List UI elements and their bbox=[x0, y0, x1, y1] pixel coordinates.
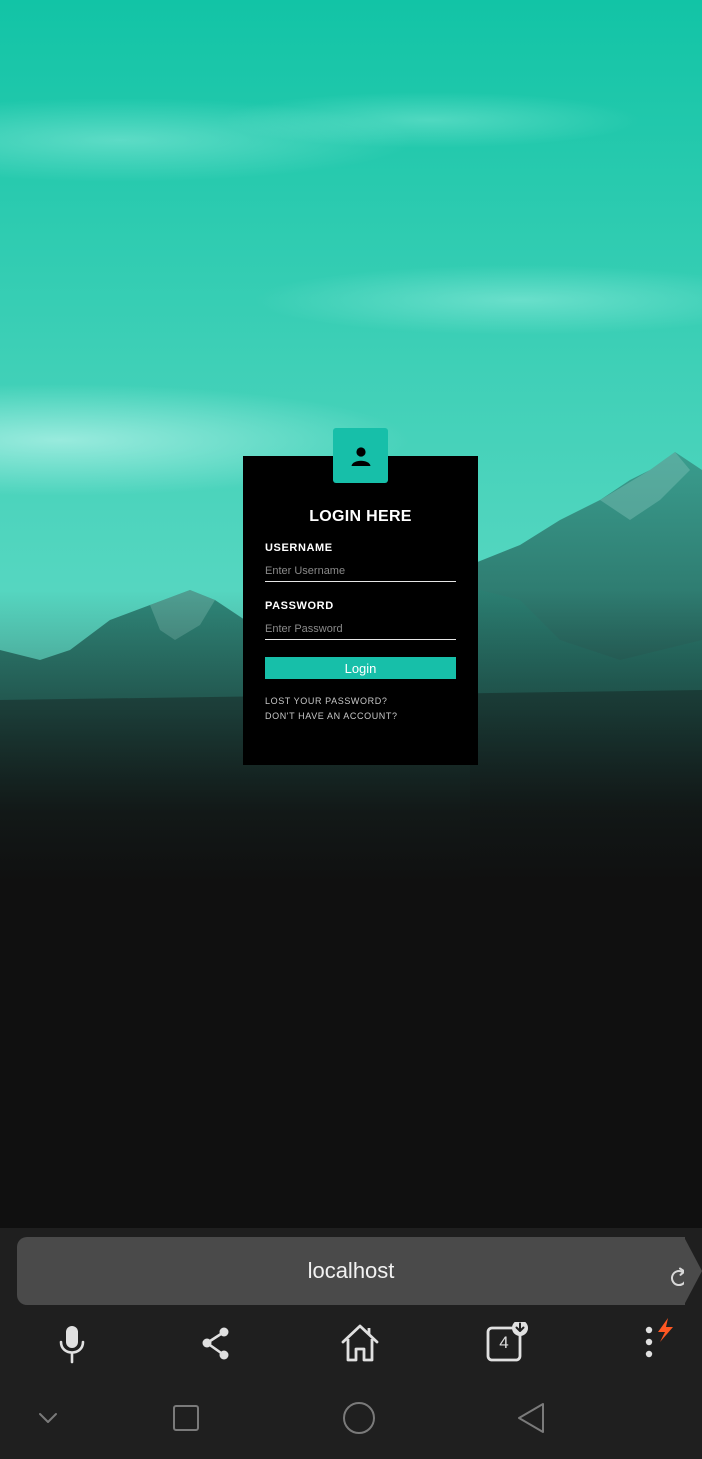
user-avatar bbox=[333, 428, 388, 483]
lost-password-link[interactable]: LOST YOUR PASSWORD? bbox=[265, 696, 387, 706]
user-icon bbox=[351, 446, 370, 466]
chevron-down-icon[interactable] bbox=[37, 1408, 59, 1428]
recents-icon[interactable] bbox=[172, 1404, 200, 1432]
share-icon[interactable] bbox=[198, 1322, 234, 1364]
tab-count: 4 bbox=[499, 1333, 509, 1352]
username-input[interactable] bbox=[265, 560, 456, 582]
address-bar-tip bbox=[684, 1237, 702, 1305]
microphone-icon[interactable] bbox=[55, 1322, 89, 1364]
username-label: USERNAME bbox=[265, 542, 333, 554]
login-button[interactable]: Login bbox=[265, 657, 456, 679]
password-label: PASSWORD bbox=[265, 600, 334, 612]
address-bar[interactable]: localhost bbox=[17, 1237, 688, 1305]
browser-bottom-bar: localhost bbox=[0, 1228, 702, 1388]
url-text[interactable]: localhost bbox=[17, 1237, 685, 1305]
login-title: LOGIN HERE bbox=[309, 508, 412, 525]
password-input[interactable] bbox=[265, 618, 456, 640]
login-card: LOGIN HERE USERNAME PASSWORD Login LOST … bbox=[243, 456, 478, 765]
home-circle-icon[interactable] bbox=[342, 1401, 376, 1435]
signup-link[interactable]: DON'T HAVE AN ACCOUNT? bbox=[265, 711, 398, 721]
menu-icon[interactable] bbox=[636, 1316, 676, 1364]
back-icon[interactable] bbox=[516, 1402, 548, 1434]
home-icon[interactable] bbox=[340, 1322, 380, 1364]
notification-bolt-icon bbox=[658, 1318, 673, 1342]
